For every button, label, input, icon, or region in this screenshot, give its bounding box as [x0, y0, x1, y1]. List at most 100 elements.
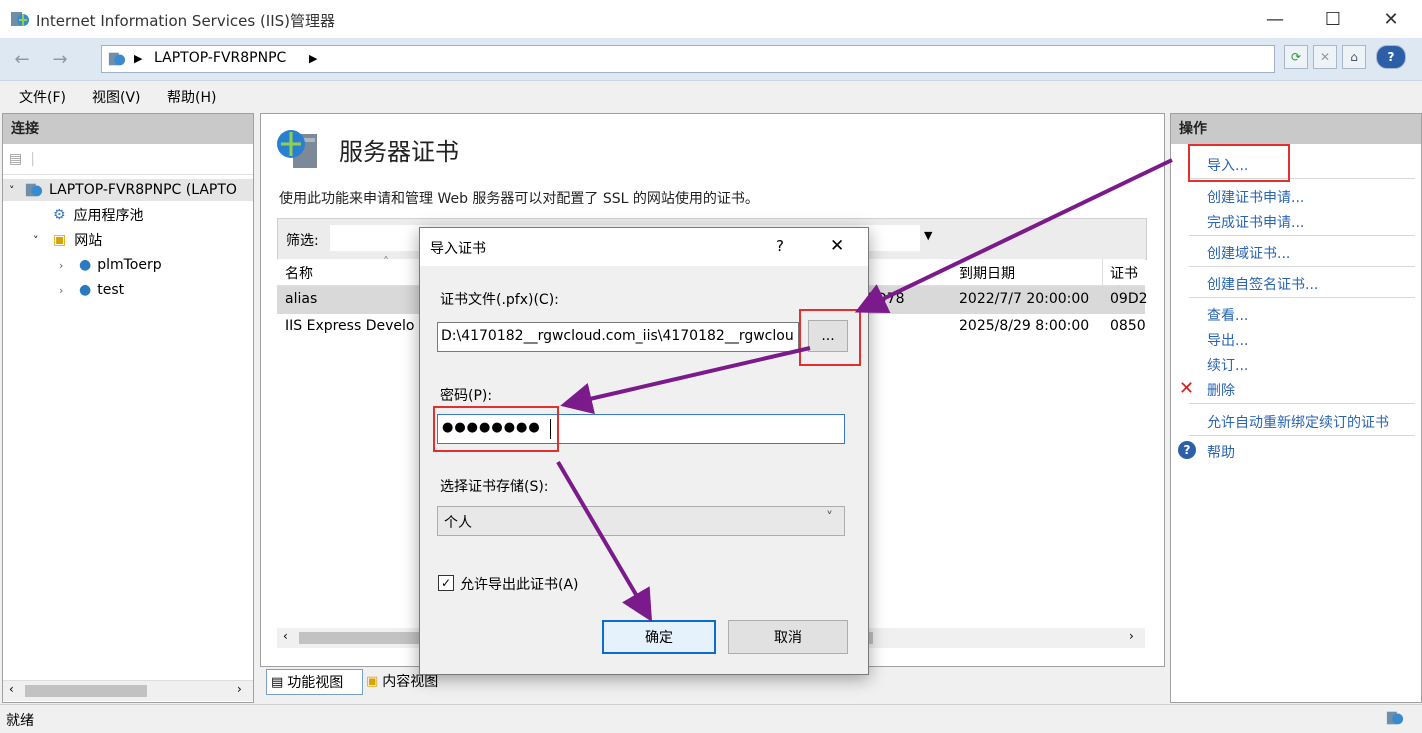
- title-bar: Internet Information Services (IIS)管理器 —…: [0, 0, 1422, 38]
- dropdown-arrow-icon[interactable]: ▼: [924, 229, 932, 242]
- close-window-button[interactable]: ✕: [1362, 0, 1420, 38]
- scroll-left-icon[interactable]: ‹: [283, 629, 288, 643]
- actions-pane: 操作 导入... 创建证书申请... 完成证书申请... 创建域证书... 创建…: [1170, 113, 1422, 703]
- store-label: 选择证书存储(S):: [440, 479, 549, 495]
- tree-item-site-plmtoerp[interactable]: › ● plmToerp: [3, 254, 253, 276]
- menu-file[interactable]: 文件(F): [19, 87, 66, 107]
- maximize-button[interactable]: ☐: [1304, 0, 1362, 38]
- password-label: 密码(P):: [440, 388, 493, 404]
- action-export[interactable]: 导出...: [1207, 330, 1248, 350]
- dialog-help-button[interactable]: ?: [776, 237, 784, 255]
- new-connection-icon[interactable]: ▤: [9, 151, 22, 167]
- action-view[interactable]: 查看...: [1207, 305, 1248, 325]
- ok-button[interactable]: 确定: [602, 620, 716, 654]
- status-text: 就绪: [6, 713, 34, 729]
- server-icon: [108, 52, 126, 66]
- close-icon: ✕: [1383, 8, 1399, 30]
- cancel-button[interactable]: 取消: [728, 620, 848, 654]
- tree-item-app-pools[interactable]: ⚙ 应用程序池: [3, 204, 253, 226]
- horizontal-scrollbar[interactable]: ‹ ›: [3, 680, 253, 701]
- forward-button[interactable]: →: [46, 46, 74, 72]
- store-selected-value: 个人: [444, 515, 472, 531]
- cell-name: alias: [285, 291, 318, 307]
- minimize-button[interactable]: —: [1246, 0, 1304, 38]
- cell-cert-hash: 0850: [1110, 318, 1146, 334]
- actions-title: 操作: [1171, 114, 1421, 144]
- scroll-left-icon[interactable]: ‹: [9, 682, 14, 696]
- breadcrumb-separator: ▶: [134, 52, 143, 65]
- cell-expires: 2025/8/29 8:00:00: [959, 318, 1090, 334]
- tree-item-label: test: [97, 282, 125, 298]
- connections-toolbar: ▤ |: [3, 144, 253, 175]
- refresh-icon[interactable]: ⟳: [1284, 45, 1308, 69]
- action-create-domain[interactable]: 创建域证书...: [1207, 243, 1290, 263]
- tab-label: 功能视图: [287, 675, 344, 691]
- action-renew[interactable]: 续订...: [1207, 355, 1248, 375]
- action-auto-rebind[interactable]: 允许自动重新绑定续订的证书: [1207, 412, 1389, 432]
- tree-item-server[interactable]: ˅ LAPTOP-FVR8PNPC (LAPTO: [3, 179, 253, 201]
- connections-pane: 连接 ▤ | ˅ LAPTOP-FVR8PNPC (LAPTO ⚙ 应用程序池 ˅…: [2, 113, 254, 703]
- cert-file-value: D:\4170182__rgwcloud.com_iis\4170182__rg…: [441, 328, 794, 344]
- help-icon: ?: [1178, 441, 1196, 459]
- chevron-down-icon[interactable]: ˅: [9, 184, 25, 197]
- server-certificates-icon: [277, 130, 317, 168]
- highlight-box: [433, 406, 559, 452]
- tree-item-site-test[interactable]: › ● test: [3, 279, 253, 301]
- home-icon[interactable]: ⌂: [1342, 45, 1366, 69]
- cell-cert-hash: 09D2: [1110, 291, 1148, 307]
- action-complete-request[interactable]: 完成证书申请...: [1207, 212, 1304, 232]
- highlight-box: [799, 309, 861, 366]
- delete-icon: ✕: [1179, 378, 1195, 399]
- chevron-down-icon[interactable]: ˅: [33, 234, 53, 247]
- dialog-title: 导入证书: [430, 241, 486, 257]
- chevron-right-icon[interactable]: ›: [59, 284, 79, 297]
- help-dropdown-icon[interactable]: ?: [1376, 45, 1406, 69]
- maximize-icon: ☐: [1324, 8, 1342, 30]
- scrollbar-thumb[interactable]: [25, 685, 147, 697]
- scroll-right-icon[interactable]: ›: [1129, 629, 1134, 643]
- action-delete[interactable]: 删除: [1207, 380, 1235, 400]
- action-create-request[interactable]: 创建证书申请...: [1207, 187, 1304, 207]
- server-icon: [25, 183, 43, 197]
- dialog-title-bar: 导入证书 ? ✕: [420, 228, 868, 266]
- back-button[interactable]: ←: [8, 46, 36, 72]
- tree-item-label: 应用程序池: [73, 208, 144, 224]
- tree-item-label: plmToerp: [97, 257, 162, 273]
- cell-expires: 2022/7/7 20:00:00: [959, 291, 1090, 307]
- connections-title: 连接: [3, 114, 253, 144]
- tree-item-sites[interactable]: ˅ ▣ 网站: [3, 229, 253, 251]
- globe-icon: ●: [79, 257, 92, 273]
- address-bar[interactable]: ▶ LAPTOP-FVR8PNPC ▶: [101, 45, 1275, 73]
- status-bar: 就绪: [0, 704, 1422, 733]
- cert-file-label: 证书文件(.pfx)(C):: [440, 292, 559, 308]
- breadcrumb-separator[interactable]: ▶: [309, 52, 317, 65]
- breadcrumb-server[interactable]: LAPTOP-FVR8PNPC: [154, 50, 286, 66]
- menu-help[interactable]: 帮助(H): [167, 87, 216, 107]
- minimize-icon: —: [1266, 8, 1284, 30]
- store-select[interactable]: 个人 ˅: [437, 506, 845, 536]
- highlight-box: [1188, 144, 1290, 182]
- action-help[interactable]: 帮助: [1207, 442, 1235, 462]
- page-title: 服务器证书: [339, 138, 459, 166]
- forward-arrow-icon: →: [52, 48, 68, 70]
- window-title: Internet Information Services (IIS)管理器: [36, 12, 336, 30]
- chevron-right-icon[interactable]: ›: [59, 259, 79, 272]
- exportable-label[interactable]: 允许导出此证书(A): [460, 574, 579, 594]
- features-view-icon: ▤: [271, 674, 284, 690]
- page-description: 使用此功能来申请和管理 Web 服务器可以对配置了 SSL 的网站使用的证书。: [279, 191, 759, 207]
- checkmark-icon: ✓: [440, 576, 452, 590]
- tab-features-view[interactable]: ▤ 功能视图: [266, 669, 363, 695]
- action-create-selfsigned[interactable]: 创建自签名证书...: [1207, 274, 1318, 294]
- scroll-right-icon[interactable]: ›: [237, 682, 242, 696]
- globe-icon: ●: [79, 282, 92, 298]
- cert-file-input[interactable]: D:\4170182__rgwcloud.com_iis\4170182__rg…: [437, 322, 799, 352]
- dialog-close-button[interactable]: ✕: [830, 236, 844, 256]
- stop-icon[interactable]: ✕: [1313, 45, 1337, 69]
- exportable-checkbox[interactable]: ✓: [438, 575, 454, 591]
- cell-partial: 2D78: [867, 291, 905, 307]
- menu-view[interactable]: 视图(V): [92, 87, 141, 107]
- back-arrow-icon: ←: [14, 48, 30, 70]
- filter-label: 筛选:: [286, 233, 319, 249]
- column-name[interactable]: 名称: [285, 263, 313, 283]
- column-expires[interactable]: 到期日期: [959, 263, 1015, 283]
